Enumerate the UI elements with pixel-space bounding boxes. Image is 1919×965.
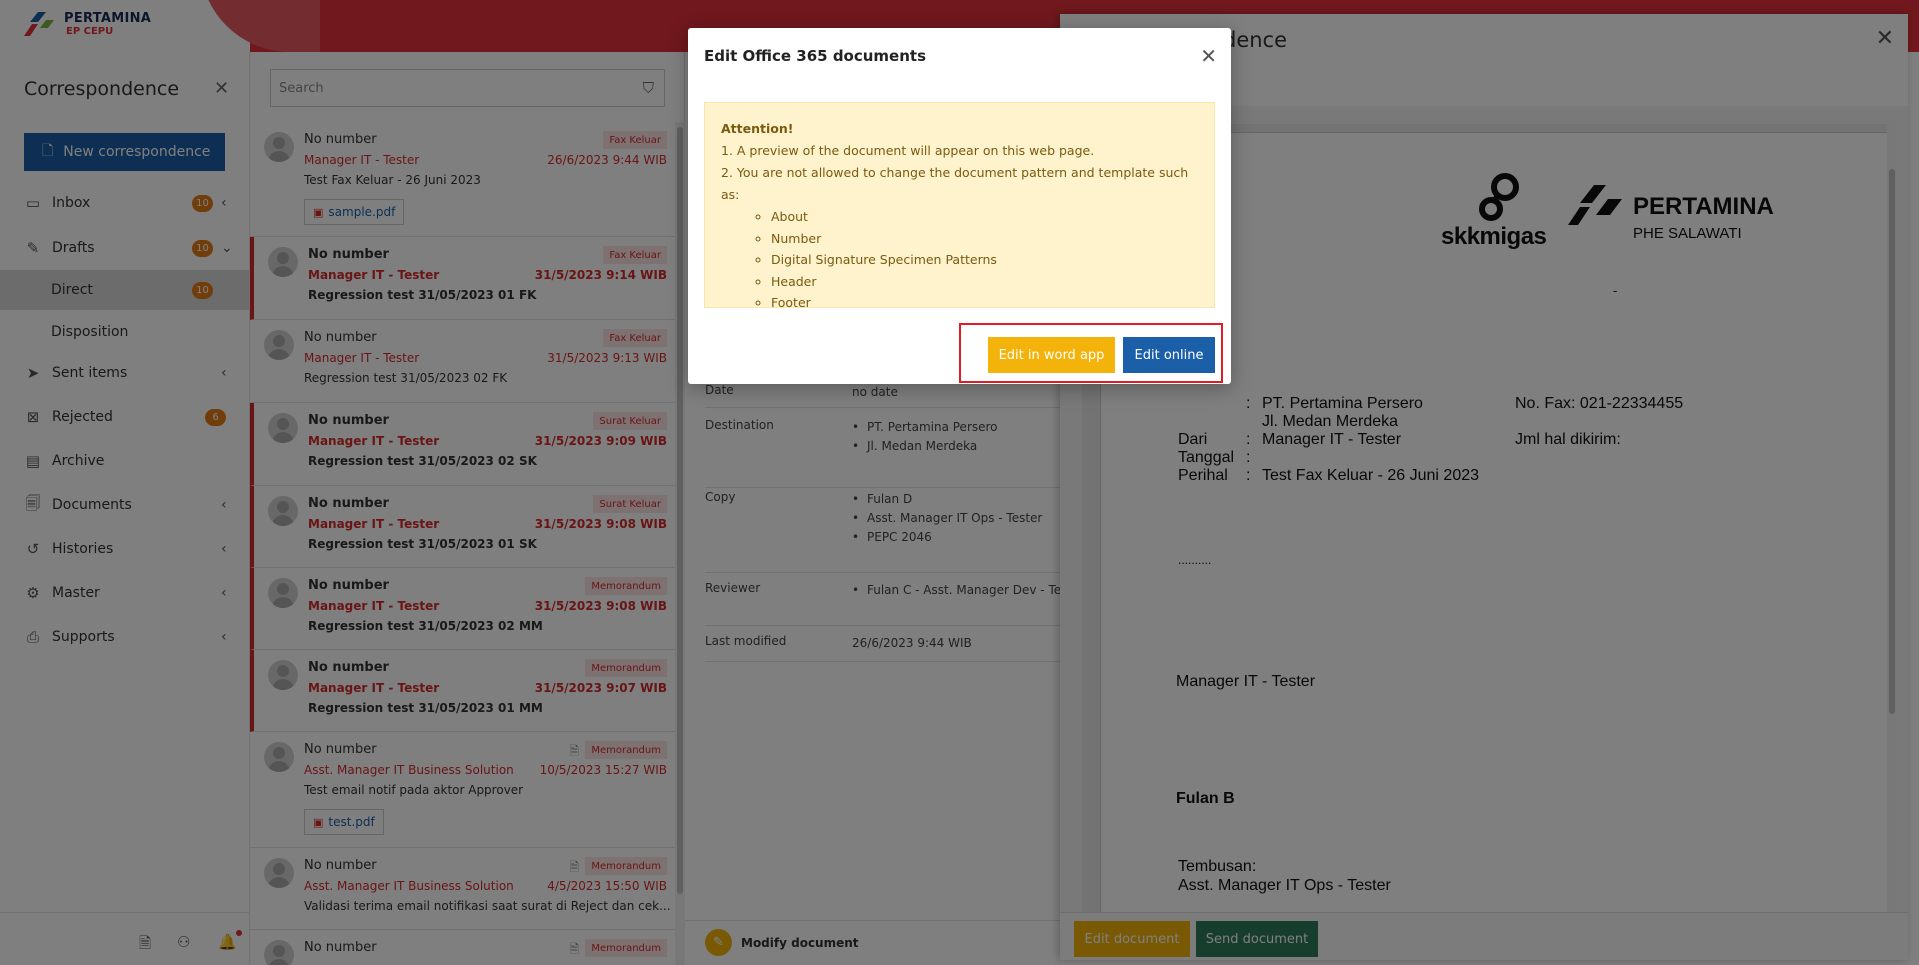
- bullet-item: Number: [771, 228, 1198, 250]
- edit-online-button[interactable]: Edit online: [1123, 337, 1215, 373]
- alert-heading: Attention!: [721, 121, 794, 136]
- close-icon[interactable]: ✕: [1200, 44, 1217, 68]
- bullet-item: Footer: [771, 292, 1198, 314]
- alert-line-2-text: 2. You are not allowed to change the doc…: [721, 165, 1189, 202]
- edit-office-365-dialog: Edit Office 365 documents ✕ Attention! 1…: [688, 28, 1231, 384]
- template-elements-list: About Number Digital Signature Specimen …: [721, 206, 1198, 314]
- alert-list: 1. A preview of the document will appear…: [721, 140, 1198, 314]
- attention-alert: Attention! 1. A preview of the document …: [704, 102, 1215, 310]
- bullet-item: Header: [771, 271, 1198, 293]
- dialog-title: Edit Office 365 documents: [704, 47, 927, 65]
- edit-in-word-app-button[interactable]: Edit in word app: [988, 337, 1115, 373]
- alert-line-1: 1. A preview of the document will appear…: [721, 143, 1095, 158]
- bullet-item: Digital Signature Specimen Patterns: [771, 249, 1198, 271]
- alert-line-2: 2. You are not allowed to change the doc…: [721, 162, 1198, 314]
- bullet-item: About: [771, 206, 1198, 228]
